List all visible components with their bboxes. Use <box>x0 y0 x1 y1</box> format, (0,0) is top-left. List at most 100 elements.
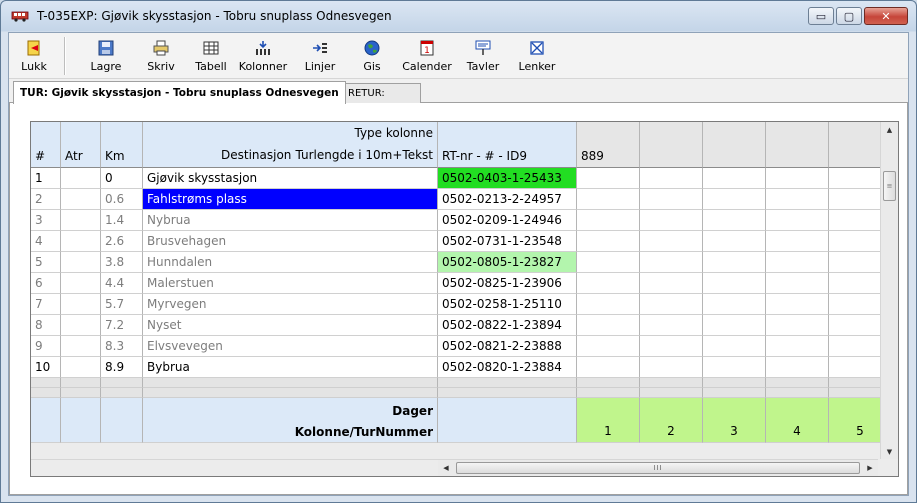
header-column-4[interactable] <box>766 122 829 168</box>
cell-trip-2[interactable] <box>640 336 703 357</box>
cell-trip-2[interactable] <box>640 273 703 294</box>
cell-num[interactable]: 10 <box>31 357 61 378</box>
cell-num[interactable]: 5 <box>31 252 61 273</box>
vertical-scroll-thumb[interactable]: ≡ <box>883 171 896 201</box>
cell-km[interactable]: 0 <box>101 168 143 189</box>
cell-trip-3[interactable] <box>703 357 766 378</box>
cell-num[interactable]: 3 <box>31 210 61 231</box>
cell-rt[interactable]: 0502-0821-2-23888 <box>438 336 577 357</box>
cell-trip-4[interactable] <box>766 210 829 231</box>
header-column-889[interactable]: 889 <box>577 122 640 168</box>
cell-trip-5[interactable] <box>829 357 880 378</box>
cell-trip-3[interactable] <box>703 336 766 357</box>
cell-num[interactable]: 7 <box>31 294 61 315</box>
cell-atr[interactable] <box>61 315 101 336</box>
cell-trip-4[interactable] <box>766 189 829 210</box>
horizontal-scroll-thumb[interactable]: III <box>456 462 860 474</box>
cell-dest[interactable]: Nybrua <box>143 210 438 231</box>
linjer-button[interactable]: Linjer <box>295 36 345 76</box>
cell-km[interactable]: 1.4 <box>101 210 143 231</box>
cell-trip-2[interactable] <box>640 252 703 273</box>
close-button[interactable]: ✕ <box>864 7 908 25</box>
cell-atr[interactable] <box>61 168 101 189</box>
kolonner-button[interactable]: Kolonner <box>238 36 288 76</box>
cell-trip-1[interactable] <box>577 231 640 252</box>
horizontal-scrollbar[interactable]: ◀ III ▶ <box>438 459 878 476</box>
footer-trip-number-2[interactable]: 2 <box>640 398 703 443</box>
cell-km[interactable]: 8.9 <box>101 357 143 378</box>
scroll-up-arrow-icon[interactable]: ▲ <box>881 122 898 138</box>
cell-trip-5[interactable] <box>829 189 880 210</box>
cell-trip-3[interactable] <box>703 168 766 189</box>
lenker-button[interactable]: Lenker <box>512 36 562 76</box>
cell-atr[interactable] <box>61 336 101 357</box>
cell-trip-1[interactable] <box>577 252 640 273</box>
footer-trip-number-3[interactable]: 3 <box>703 398 766 443</box>
cell-km[interactable]: 4.4 <box>101 273 143 294</box>
cell-trip-1[interactable] <box>577 315 640 336</box>
cell-dest[interactable]: Elvsvevegen <box>143 336 438 357</box>
footer-trip-number-4[interactable]: 4 <box>766 398 829 443</box>
cell-rt[interactable]: 0502-0213-2-24957 <box>438 189 577 210</box>
header-column-2[interactable] <box>640 122 703 168</box>
cell-trip-2[interactable] <box>640 189 703 210</box>
cell-trip-5[interactable] <box>829 336 880 357</box>
scroll-right-arrow-icon[interactable]: ▶ <box>862 460 878 476</box>
skriv-button[interactable]: Skriv <box>136 36 186 76</box>
cell-atr[interactable] <box>61 231 101 252</box>
cell-dest[interactable]: Myrvegen <box>143 294 438 315</box>
cell-trip-5[interactable] <box>829 273 880 294</box>
cell-num[interactable]: 6 <box>31 273 61 294</box>
cell-dest[interactable]: Malerstuen <box>143 273 438 294</box>
cell-dest[interactable]: Bybrua <box>143 357 438 378</box>
cell-trip-4[interactable] <box>766 336 829 357</box>
cell-trip-1[interactable] <box>577 168 640 189</box>
cell-trip-1[interactable] <box>577 336 640 357</box>
cell-trip-1[interactable] <box>577 210 640 231</box>
cell-trip-3[interactable] <box>703 231 766 252</box>
cell-trip-1[interactable] <box>577 273 640 294</box>
cell-dest[interactable]: Hunndalen <box>143 252 438 273</box>
cell-trip-5[interactable] <box>829 168 880 189</box>
cell-num[interactable]: 8 <box>31 315 61 336</box>
cell-trip-2[interactable] <box>640 357 703 378</box>
cell-km[interactable]: 2.6 <box>101 231 143 252</box>
lukk-button[interactable]: Lukk <box>9 36 59 76</box>
cell-trip-4[interactable] <box>766 273 829 294</box>
cell-trip-4[interactable] <box>766 294 829 315</box>
cell-num[interactable]: 4 <box>31 231 61 252</box>
cell-km[interactable]: 7.2 <box>101 315 143 336</box>
cell-dest[interactable]: Gjøvik skysstasjon <box>143 168 438 189</box>
header-column-5[interactable] <box>829 122 880 168</box>
cell-dest[interactable]: Fahlstrøms plass <box>143 189 438 210</box>
tab-retur[interactable]: RETUR: <box>333 83 421 103</box>
minimize-button[interactable]: ▭ <box>808 7 834 25</box>
maximize-button[interactable]: ▢ <box>836 7 862 25</box>
cell-trip-4[interactable] <box>766 231 829 252</box>
cell-trip-2[interactable] <box>640 315 703 336</box>
cell-rt[interactable]: 0502-0822-1-23894 <box>438 315 577 336</box>
cell-trip-1[interactable] <box>577 294 640 315</box>
cell-atr[interactable] <box>61 273 101 294</box>
cell-rt[interactable]: 0502-0825-1-23906 <box>438 273 577 294</box>
cell-atr[interactable] <box>61 210 101 231</box>
cell-trip-2[interactable] <box>640 231 703 252</box>
tab-tur[interactable]: TUR: Gjøvik skysstasjon - Tobru snuplass… <box>13 81 346 104</box>
vertical-scrollbar[interactable]: ▲ ≡ ▼ <box>880 122 898 460</box>
cell-trip-4[interactable] <box>766 252 829 273</box>
cell-km[interactable]: 5.7 <box>101 294 143 315</box>
cell-rt[interactable]: 0502-0258-1-25110 <box>438 294 577 315</box>
cell-trip-3[interactable] <box>703 210 766 231</box>
cell-trip-5[interactable] <box>829 210 880 231</box>
title-bar[interactable]: T-035EXP: Gjøvik skysstasjon - Tobru snu… <box>1 1 916 31</box>
cell-rt[interactable]: 0502-0403-1-25433 <box>438 168 577 189</box>
cell-atr[interactable] <box>61 252 101 273</box>
gis-button[interactable]: Gis <box>347 36 397 76</box>
cell-atr[interactable] <box>61 189 101 210</box>
cell-trip-3[interactable] <box>703 189 766 210</box>
lagre-button[interactable]: Lagre <box>81 36 131 76</box>
cell-rt[interactable]: 0502-0731-1-23548 <box>438 231 577 252</box>
cell-rt[interactable]: 0502-0805-1-23827 <box>438 252 577 273</box>
cell-rt[interactable]: 0502-0209-1-24946 <box>438 210 577 231</box>
scroll-left-arrow-icon[interactable]: ◀ <box>438 460 454 476</box>
